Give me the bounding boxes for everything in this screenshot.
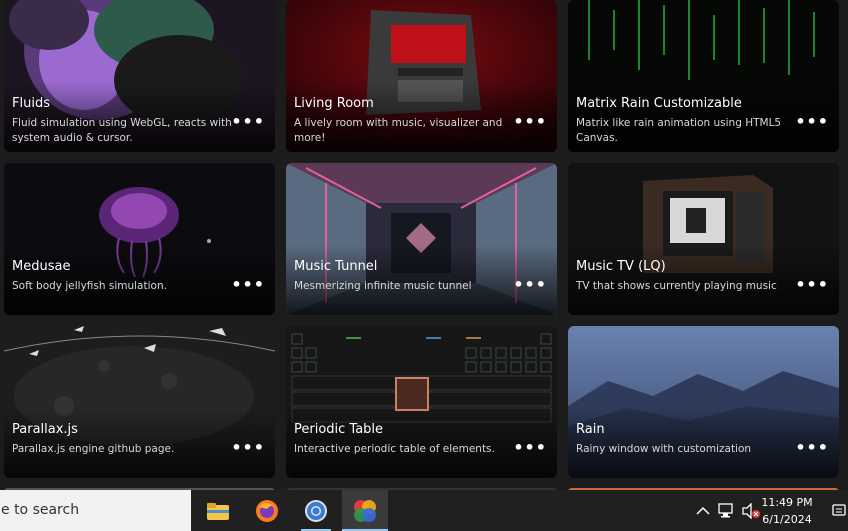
notification-icon[interactable] <box>830 496 848 526</box>
card-description: Matrix like rain animation using HTML5 C… <box>576 117 782 144</box>
more-options-button[interactable]: ••• <box>513 112 547 131</box>
card-music-tunnel[interactable]: Music Tunnel Mesmerizing infinite music … <box>286 163 557 315</box>
card-description: Parallax.js engine github page. <box>12 443 175 455</box>
more-options-button[interactable]: ••• <box>513 275 547 294</box>
card-title: Periodic Table <box>294 422 384 437</box>
card-title: Music Tunnel <box>294 259 378 274</box>
clock-time: 11:49 PM <box>761 496 813 509</box>
firefox-icon[interactable] <box>252 496 282 526</box>
card-fluids[interactable]: Fluids Fluid simulation using WebGL, rea… <box>4 0 275 152</box>
card-title: Fluids <box>12 96 50 111</box>
card-description: Rainy window with customization <box>576 443 752 455</box>
more-options-button[interactable]: ••• <box>795 438 829 457</box>
clock-date: 6/1/2024 <box>762 513 812 526</box>
card-living-room[interactable]: Living Room A lively room with music, vi… <box>286 0 557 152</box>
card-description: TV that shows currently playing music <box>576 280 777 292</box>
card-medusae[interactable]: Medusae Soft body jellyfish simulation. … <box>4 163 275 315</box>
card-title: Medusae <box>12 259 71 274</box>
card-parallax[interactable]: Parallax.js Parallax.js engine github pa… <box>4 326 275 478</box>
card-description: Interactive periodic table of elements. <box>294 443 495 455</box>
card-music-tv[interactable]: Music TV (LQ) TV that shows currently pl… <box>568 163 839 315</box>
more-options-button[interactable]: ••• <box>795 275 829 294</box>
chrome-icon[interactable] <box>301 496 331 526</box>
card-title: Matrix Rain Customizable <box>576 96 742 111</box>
more-options-button[interactable]: ••• <box>795 112 829 131</box>
search-placeholder: e to search <box>1 502 80 518</box>
card-description: Mesmerizing infinite music tunnel <box>294 280 472 292</box>
wallpaper-grid: Fluids Fluid simulation using WebGL, rea… <box>0 0 848 490</box>
card-title: Music TV (LQ) <box>576 259 666 274</box>
card-title: Parallax.js <box>12 422 78 437</box>
taskbar-search-box[interactable]: e to search <box>0 490 191 531</box>
card-periodic-table[interactable]: Periodic Table Interactive periodic tabl… <box>286 326 557 478</box>
more-options-button[interactable]: ••• <box>231 275 265 294</box>
more-options-button[interactable]: ••• <box>513 438 547 457</box>
lively-icon[interactable] <box>350 496 380 526</box>
clock[interactable]: 11:49 PM 6/1/2024 <box>752 494 822 528</box>
more-options-button[interactable]: ••• <box>231 438 265 457</box>
card-title: Living Room <box>294 96 374 111</box>
file-explorer-icon[interactable] <box>203 496 233 526</box>
card-description: A lively room with music, visualizer and… <box>294 117 503 144</box>
card-description: Soft body jellyfish simulation. <box>12 280 167 292</box>
card-rain[interactable]: Rain Rainy window with customization ••• <box>568 326 839 478</box>
taskbar: e to search 11:49 PM 6/1/2024 <box>0 490 848 531</box>
card-description: Fluid simulation using WebGL, reacts wit… <box>12 117 232 144</box>
card-matrix-rain[interactable]: Matrix Rain Customizable Matrix like rai… <box>568 0 839 152</box>
card-title: Rain <box>576 422 605 437</box>
more-options-button[interactable]: ••• <box>231 112 265 131</box>
